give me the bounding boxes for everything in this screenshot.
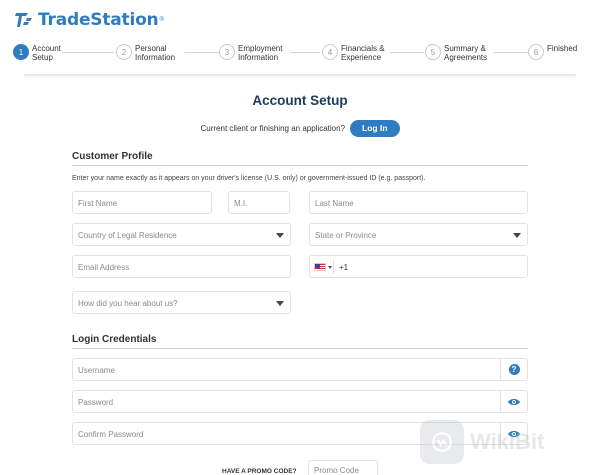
step-label: Summary & Agreements	[444, 44, 488, 62]
progress-steps: 1 Account Setup 2 Personal Information 3…	[0, 40, 600, 74]
chevron-down-icon	[328, 266, 332, 269]
step-label: Finished	[547, 44, 578, 53]
step-label: Financials & Experience	[341, 44, 385, 62]
password-field[interactable]: Password	[72, 390, 528, 413]
header: TradeStation ® 1 Account Setup 2 Persona…	[0, 0, 600, 78]
password-placeholder: Password	[78, 398, 114, 407]
step-connector	[290, 52, 320, 53]
username-placeholder: Username	[78, 366, 115, 375]
step-financials-experience[interactable]: 4 Financials & Experience	[322, 40, 391, 62]
header-divider	[24, 74, 576, 78]
promo-code-field[interactable]: Promo Code	[308, 460, 378, 475]
state-placeholder: State or Province	[315, 231, 377, 240]
brand-trademark: ®	[159, 17, 164, 23]
login-prompt: Current client or finishing an applicati…	[0, 120, 600, 137]
email-placeholder: Email Address	[78, 263, 130, 272]
name-hint: Enter your name exactly as it appears on…	[72, 175, 426, 182]
step-connector	[390, 52, 424, 53]
country-placeholder: Country of Legal Residence	[78, 231, 177, 240]
watermark-badge-icon	[420, 420, 464, 464]
username-field[interactable]: Username ?	[72, 358, 528, 381]
referral-source-placeholder: How did you hear about us?	[78, 299, 178, 308]
step-summary-agreements[interactable]: 5 Summary & Agreements	[425, 40, 498, 62]
login-credentials-heading: Login Credentials	[72, 334, 157, 345]
step-number: 5	[425, 44, 441, 60]
username-help-button[interactable]: ?	[500, 359, 527, 380]
login-question: Current client or finishing an applicati…	[200, 124, 346, 133]
us-flag-icon[interactable]	[314, 263, 326, 271]
eye-icon	[508, 398, 520, 406]
step-number: 4	[322, 44, 338, 60]
country-select[interactable]: Country of Legal Residence	[72, 223, 291, 246]
watermark-text: WikiBit	[470, 429, 545, 454]
email-field[interactable]: Email Address	[72, 255, 291, 278]
section-divider	[72, 348, 528, 349]
step-personal-information[interactable]: 2 Personal Information	[116, 40, 185, 62]
step-label: Employment Information	[238, 44, 283, 62]
step-number: 6	[528, 44, 544, 60]
chevron-down-icon	[276, 301, 284, 306]
step-label: Personal Information	[135, 44, 176, 62]
last-name-placeholder: Last Name	[315, 199, 354, 208]
step-number: 1	[13, 44, 29, 60]
confirm-password-placeholder: Confirm Password	[78, 430, 144, 439]
watermark: WikiBit	[420, 420, 544, 464]
middle-initial-field[interactable]: M.I.	[228, 191, 290, 214]
middle-initial-placeholder: M.I.	[234, 199, 248, 208]
tradestation-logo-icon	[15, 13, 32, 27]
step-number: 2	[116, 44, 132, 60]
promo-code-placeholder: Promo Code	[314, 466, 359, 475]
step-employment-information[interactable]: 3 Employment Information	[219, 40, 292, 62]
help-icon: ?	[508, 364, 520, 375]
phone-field[interactable]: +1	[309, 255, 528, 278]
log-in-button[interactable]: Log In	[350, 120, 400, 137]
section-divider	[72, 165, 528, 166]
promo-code-label: HAVE A PROMO CODE?	[222, 468, 297, 475]
step-connector	[185, 52, 219, 53]
step-account-setup[interactable]: 1 Account Setup	[13, 40, 72, 62]
customer-profile-heading: Customer Profile	[72, 151, 153, 162]
chevron-down-icon	[513, 233, 521, 238]
state-select[interactable]: State or Province	[309, 223, 528, 246]
show-password-toggle[interactable]	[500, 391, 527, 412]
page-title: Account Setup	[252, 93, 348, 108]
step-connector	[494, 52, 528, 53]
chevron-down-icon	[276, 233, 284, 238]
step-label: Account Setup	[32, 44, 61, 62]
first-name-field[interactable]: First Name	[72, 191, 212, 214]
first-name-placeholder: First Name	[78, 199, 118, 208]
step-finished[interactable]: 6 Finished	[528, 40, 587, 60]
brand-name: TradeStation	[38, 10, 159, 30]
tradestation-logo[interactable]: TradeStation ®	[14, 10, 164, 30]
referral-source-select[interactable]: How did you hear about us?	[72, 291, 291, 314]
field-divider	[333, 259, 334, 274]
step-number: 3	[219, 44, 235, 60]
last-name-field[interactable]: Last Name	[309, 191, 528, 214]
phone-country-code: +1	[339, 263, 349, 272]
